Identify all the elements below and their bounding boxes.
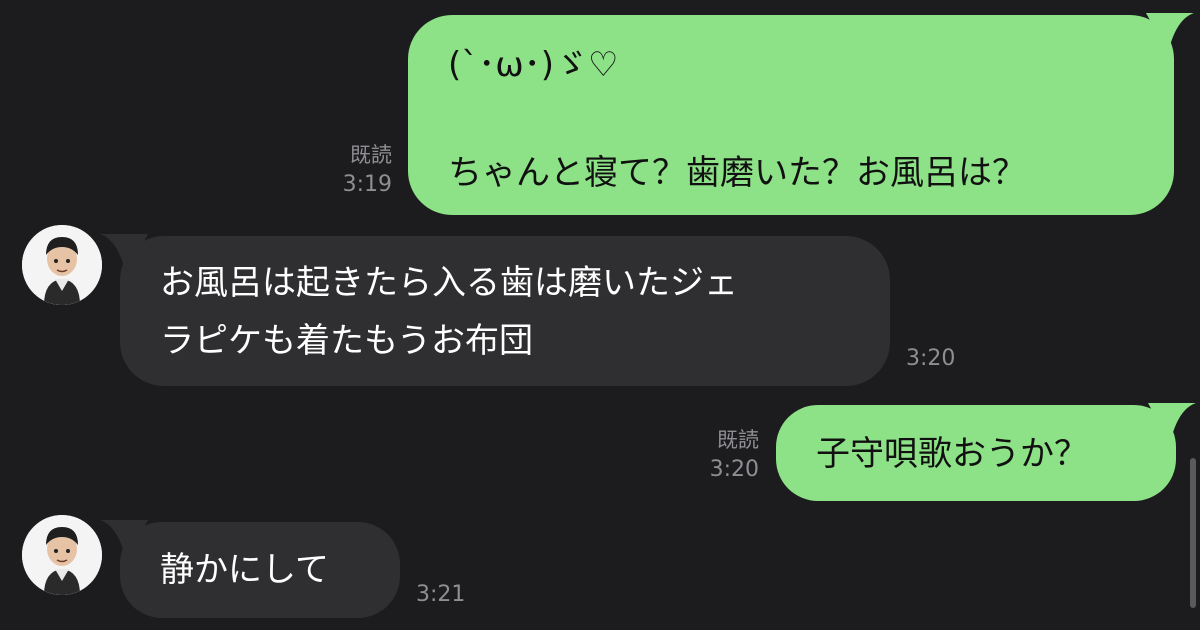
message-text-line: ちゃんと寝て？歯磨いた？お風呂は？ <box>448 153 1026 193</box>
bubble-tail <box>1148 403 1196 443</box>
message-meta: 3:21 <box>416 580 465 610</box>
message-meta: 既読 3:19 <box>343 140 392 200</box>
message-time: 3:20 <box>709 457 759 482</box>
chat-thread[interactable]: 既読 3:19 (`･ω･)ゞ♡ ちゃんと寝て？歯磨いた？お風呂は？ お風呂は起… <box>0 0 1200 630</box>
message-time: 3:21 <box>416 582 466 607</box>
message-text-line <box>448 87 1134 131</box>
message-text-line: (`･ω･)ゞ♡ <box>448 45 619 85</box>
bubble-tail <box>100 234 148 274</box>
message-text-line: 子守唄歌おうか？ <box>816 434 1088 474</box>
message-text-line: ラピケも着たもうお布団 <box>160 321 533 361</box>
scrollbar[interactable] <box>1190 458 1196 608</box>
read-receipt: 既読 <box>717 428 759 452</box>
chibi-character-avatar-icon <box>22 515 102 595</box>
chibi-character-avatar-icon <box>22 225 102 305</box>
bubble-tail <box>100 520 148 560</box>
message-text-line: お風呂は起きたら入る歯は磨いたジェ <box>160 263 738 303</box>
bubble-tail <box>1146 13 1194 53</box>
message-time: 3:20 <box>906 346 956 371</box>
incoming-message-bubble[interactable]: お風呂は起きたら入る歯は磨いたジェ ラピケも着たもうお布団 <box>100 234 890 386</box>
message-meta: 3:20 <box>906 344 955 374</box>
message-time: 3:19 <box>342 172 392 197</box>
read-receipt: 既読 <box>350 143 392 167</box>
outgoing-message-bubble[interactable]: 子守唄歌おうか？ <box>776 403 1196 501</box>
outgoing-message-bubble[interactable]: (`･ω･)ゞ♡ ちゃんと寝て？歯磨いた？お風呂は？ <box>408 13 1194 215</box>
sender-avatar[interactable] <box>22 225 102 305</box>
message-meta: 既読 3:20 <box>710 425 759 485</box>
sender-avatar[interactable] <box>22 515 102 595</box>
incoming-message-bubble[interactable]: 静かにして <box>100 520 400 618</box>
message-text-line: 静かにして <box>160 550 329 590</box>
